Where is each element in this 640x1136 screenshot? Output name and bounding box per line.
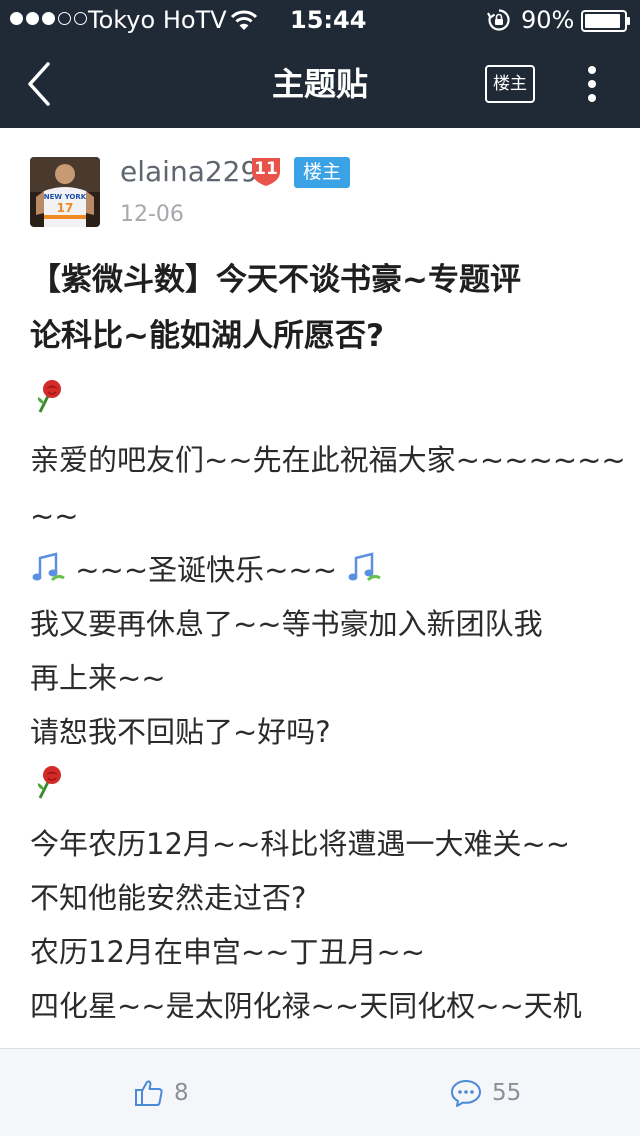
bottom-toolbar: 8 55	[0, 1048, 640, 1136]
christmas-greeting: ~~~圣诞快乐~~~	[75, 553, 338, 587]
header: Tokyo HoTV 15:44 90% 主题贴 楼主	[0, 0, 640, 128]
comment-count: 55	[492, 1080, 522, 1106]
chevron-left-icon	[28, 62, 50, 106]
more-vertical-icon	[578, 66, 606, 102]
rose-emoji-icon	[37, 766, 61, 799]
rose-emoji-icon	[37, 380, 61, 413]
status-bar: Tokyo HoTV 15:44 90%	[0, 0, 640, 40]
author-name[interactable]: elaina229	[120, 153, 258, 191]
musical-notes-emoji-icon	[32, 552, 65, 582]
post-text-line: 今年农历12月~~科比将遭遇一大难关~~	[30, 827, 571, 861]
post-text-line: 亲爱的吧友们~~先在此祝福大家~~~~~~~	[30, 443, 626, 477]
thumbs-up-icon	[135, 1080, 163, 1106]
op-badge: 楼主	[294, 157, 350, 188]
battery-percentage: 90%	[521, 6, 575, 34]
post-text-line: ~~~圣诞快乐~~~	[30, 542, 610, 598]
post-text-line: 再上来~~	[30, 661, 166, 695]
post-text-line: 请恕我不回贴了~好吗?	[30, 715, 331, 749]
comment-button[interactable]: 55	[450, 1073, 521, 1113]
level-badge: 11	[249, 155, 283, 187]
page-title: 主题贴	[271, 65, 368, 103]
op-only-button[interactable]: 楼主	[485, 65, 535, 103]
avatar[interactable]: NEW YORK 17	[30, 157, 100, 227]
back-button[interactable]	[18, 60, 62, 108]
comment-bubble-icon	[451, 1080, 481, 1107]
jersey-number: 17	[57, 201, 74, 215]
level-number: 11	[254, 159, 278, 179]
carrier-name: Tokyo HoTV	[88, 6, 227, 34]
rotation-lock-icon	[487, 9, 510, 31]
status-time: 15:44	[290, 6, 367, 34]
post-title-line: 论科比~能如湖人所愿否?	[30, 318, 384, 354]
post-title: 【紫微斗数】今天不谈书豪~专题评 论科比~能如湖人所愿否?	[30, 252, 610, 364]
nav-bar: 主题贴 楼主	[0, 40, 640, 128]
like-count: 8	[174, 1080, 189, 1106]
post-text-line: ~~	[30, 499, 79, 533]
more-button[interactable]	[578, 62, 606, 106]
musical-notes-emoji-icon	[348, 552, 382, 582]
post-detail-screen: Tokyo HoTV 15:44 90% 主题贴 楼主 NEW YORK 17 …	[0, 0, 640, 1136]
post-text-line: 农历12月在申宫~~丁丑月~~	[30, 935, 426, 969]
post-text-line: 我又要再休息了~~等书豪加入新团队我	[30, 607, 543, 641]
post-text-line: 四化星~~是太阴化禄~~天同化权~~天机	[30, 989, 582, 1023]
post-text-line: 不知他能安然走过否?	[30, 881, 307, 915]
post-title-line: 【紫微斗数】今天不谈书豪~专题评	[30, 262, 521, 298]
like-button[interactable]: 8	[134, 1073, 189, 1113]
wifi-icon	[230, 10, 258, 30]
battery-icon	[581, 10, 630, 32]
post-date: 12-06	[120, 202, 184, 227]
jersey-text: NEW YORK	[44, 193, 87, 201]
signal-strength-icon	[10, 12, 87, 25]
